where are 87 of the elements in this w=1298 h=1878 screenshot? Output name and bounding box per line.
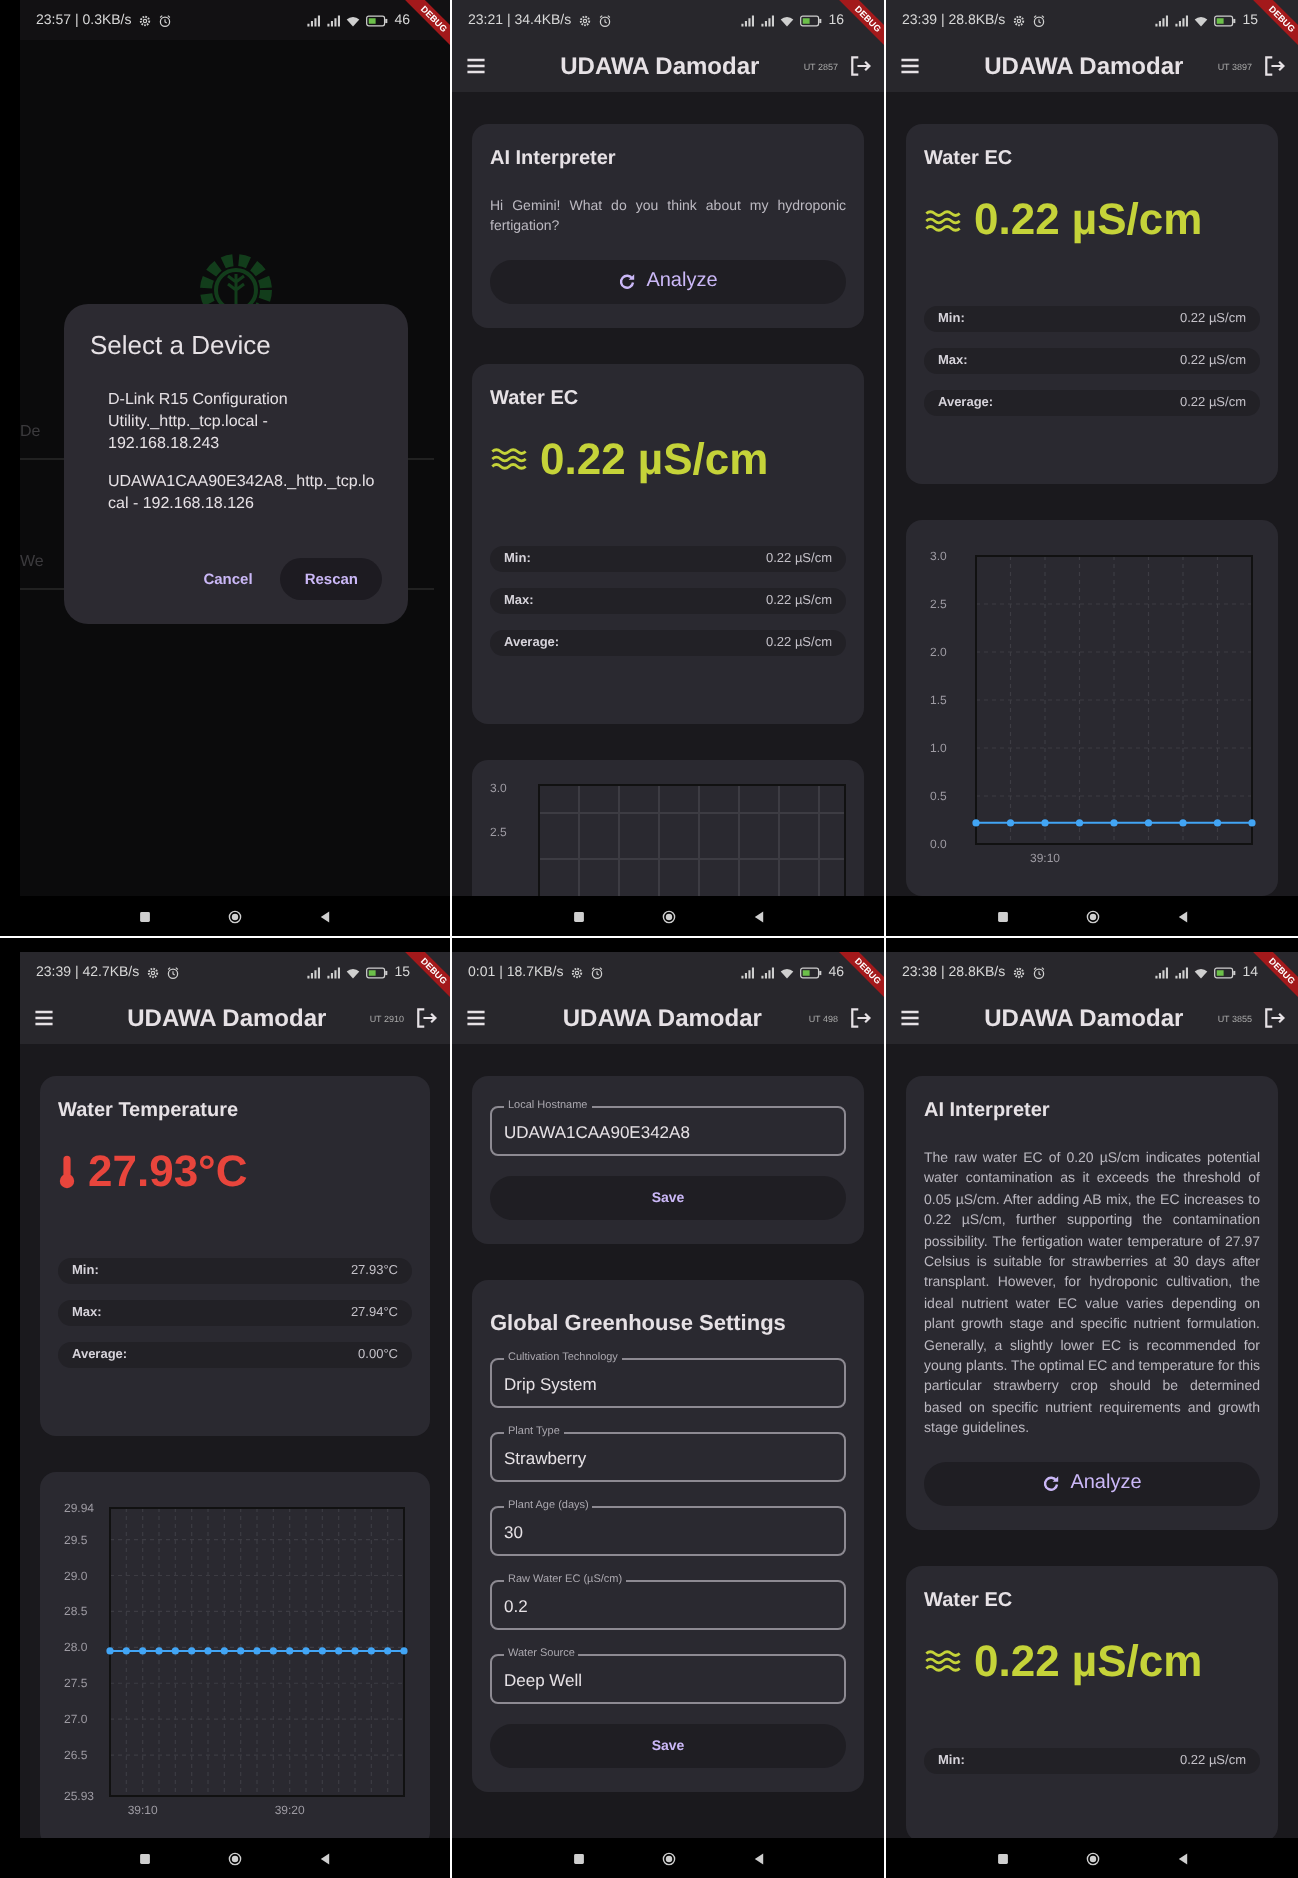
battery-icon <box>1214 13 1237 27</box>
card-title: Water EC <box>924 148 1015 170</box>
signal-icon <box>1154 965 1169 979</box>
logout-icon[interactable] <box>1262 54 1286 78</box>
recents-icon[interactable] <box>995 1851 1009 1865</box>
gear-icon <box>577 13 592 27</box>
reading-value: 0.22 µS/cm <box>540 433 769 486</box>
back-icon[interactable] <box>751 909 765 923</box>
alarm-clock-icon <box>165 965 180 979</box>
home-icon[interactable] <box>1085 909 1099 923</box>
signal-icon <box>1174 13 1189 27</box>
signal-icon <box>326 13 341 27</box>
app-title: UDAWA Damodar <box>560 1004 764 1032</box>
alarm-clock-icon <box>1031 13 1046 27</box>
app-title: UDAWA Damodar <box>982 52 1186 80</box>
menu-icon[interactable] <box>898 54 922 78</box>
wifi-icon <box>780 13 795 27</box>
battery-icon <box>1214 965 1237 979</box>
menu-icon[interactable] <box>898 1006 922 1030</box>
menu-icon[interactable] <box>32 1006 56 1030</box>
recents-icon[interactable] <box>571 1851 585 1865</box>
signal-icon <box>1154 13 1169 27</box>
home-icon[interactable] <box>1085 1851 1099 1865</box>
analyze-button[interactable]: Analyze <box>490 259 846 304</box>
dialog-title: Select a Device <box>90 330 273 360</box>
wifi-icon <box>346 965 361 979</box>
wifi-icon <box>780 965 795 979</box>
battery-icon <box>366 965 389 979</box>
logout-icon[interactable] <box>848 54 872 78</box>
back-icon[interactable] <box>751 1851 765 1865</box>
signal-icon <box>740 13 755 27</box>
home-icon[interactable] <box>661 1851 675 1865</box>
home-icon[interactable] <box>228 1851 242 1865</box>
home-icon[interactable] <box>228 909 242 923</box>
recents-icon[interactable] <box>138 909 152 923</box>
card-title: AI Interpreter <box>924 1100 1052 1122</box>
device-option[interactable]: D-Link R15 Configuration Utility._http._tcp.local - 192.168.18.243 <box>90 388 382 454</box>
reading-value: 0.22 µS/cm <box>974 1635 1203 1688</box>
card-title: Water Temperature <box>58 1100 241 1122</box>
gear-icon <box>569 965 584 979</box>
signal-icon <box>306 13 321 27</box>
app-title: UDAWA Damodar <box>982 1004 1186 1032</box>
recents-icon[interactable] <box>571 909 585 923</box>
battery-icon <box>800 965 823 979</box>
signal-icon <box>760 965 775 979</box>
signal-icon <box>760 13 775 27</box>
analyze-button[interactable]: Analyze <box>924 1461 1260 1506</box>
app-title: UDAWA Damodar <box>125 1004 329 1032</box>
home-icon[interactable] <box>661 909 675 923</box>
wifi-icon <box>346 13 361 27</box>
logout-icon[interactable] <box>1262 1006 1286 1030</box>
logout-icon[interactable] <box>414 1006 438 1030</box>
logout-icon[interactable] <box>848 1006 872 1030</box>
recents-icon[interactable] <box>138 1851 152 1865</box>
back-icon[interactable] <box>318 1851 332 1865</box>
alarm-clock-icon <box>589 965 604 979</box>
wifi-icon <box>1194 13 1209 27</box>
alarm-clock-icon <box>1031 965 1046 979</box>
signal-icon <box>740 965 755 979</box>
menu-icon[interactable] <box>464 1006 488 1030</box>
card-title: Global Greenhouse Settings <box>490 1312 788 1336</box>
back-icon[interactable] <box>318 909 332 923</box>
refresh-icon <box>618 272 637 291</box>
app-title: UDAWA Damodar <box>558 52 762 80</box>
card-title: AI Interpreter <box>490 148 618 170</box>
alarm-clock-icon <box>157 13 172 27</box>
back-icon[interactable] <box>1175 909 1189 923</box>
recents-icon[interactable] <box>995 909 1009 923</box>
gear-icon <box>1011 13 1026 27</box>
signal-icon <box>1174 965 1189 979</box>
signal-icon <box>306 965 321 979</box>
battery-icon <box>800 13 823 27</box>
wifi-icon <box>1194 965 1209 979</box>
signal-icon <box>326 965 341 979</box>
back-icon[interactable] <box>1175 1851 1189 1865</box>
gear-icon <box>145 965 160 979</box>
device-option[interactable]: UDAWA1CAA90E342A8._http._tcp.local - 192.168.18.126 <box>90 470 382 514</box>
gear-icon <box>137 13 152 27</box>
card-title: Water EC <box>924 1589 1015 1612</box>
alarm-clock-icon <box>597 13 612 27</box>
reading-value: 27.93°C <box>88 1146 248 1198</box>
reading-value: 0.22 µS/cm <box>974 194 1203 246</box>
refresh-icon <box>1042 1474 1061 1493</box>
card-title: Water EC <box>490 387 581 410</box>
menu-icon[interactable] <box>464 54 488 78</box>
battery-icon <box>366 13 389 27</box>
gear-icon <box>1011 965 1026 979</box>
